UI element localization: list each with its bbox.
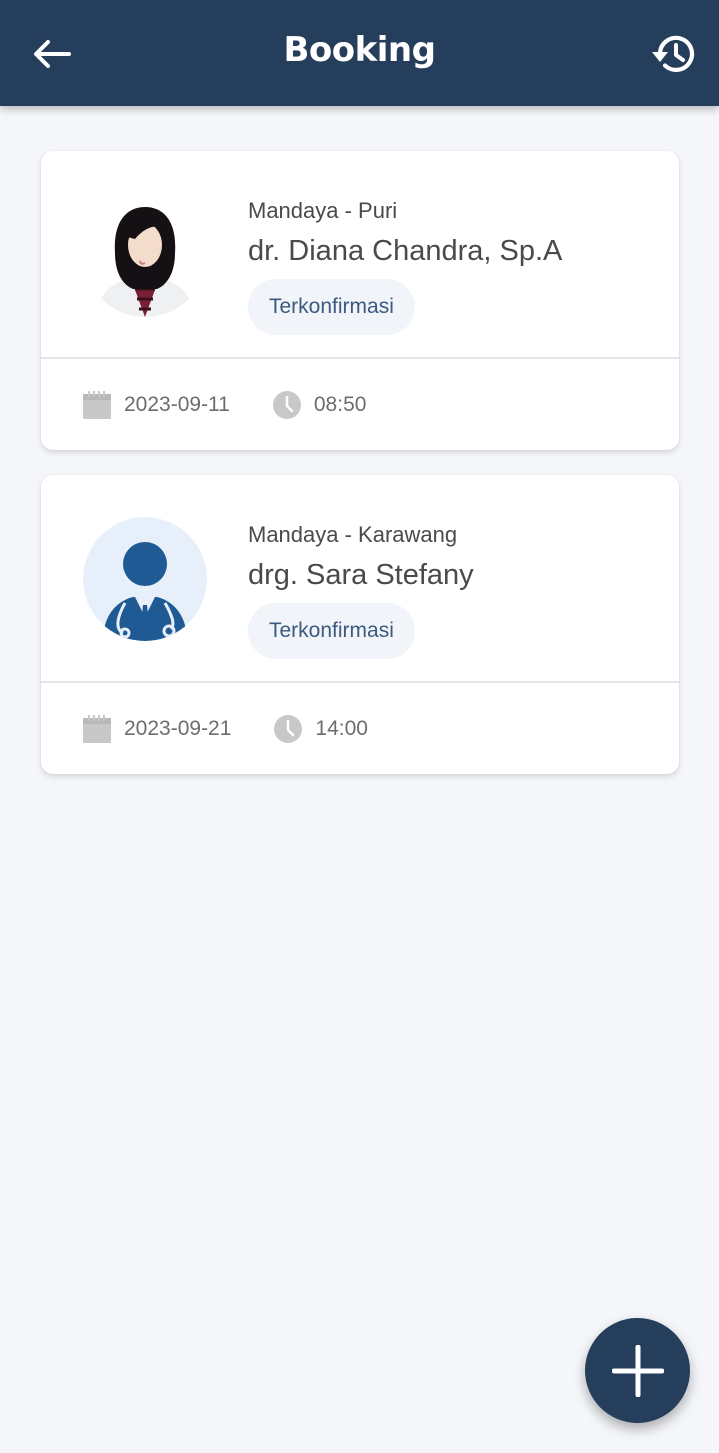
booking-date: 2023-09-11: [82, 390, 230, 420]
clock-icon: [274, 714, 303, 743]
calendar-icon: [83, 390, 111, 419]
doctor-photo: [83, 193, 207, 317]
app-bar: Booking: [0, 0, 719, 106]
doctor-name: dr. Diana Chandra, Sp.A: [248, 235, 563, 267]
page-title: Booking: [283, 30, 436, 70]
hospital-name: Mandaya - Puri: [248, 198, 398, 223]
booking-info: Mandaya - Puri dr. Diana Chandra, Sp.A T…: [248, 197, 659, 335]
plus-icon: [611, 1344, 664, 1397]
status-badge: Terkonfirmasi: [248, 279, 415, 335]
booking-list: Mandaya - Puri dr. Diana Chandra, Sp.A T…: [41, 151, 679, 799]
history-button[interactable]: [645, 26, 701, 82]
time-text: 08:50: [313, 392, 367, 416]
booking-schedule: 2023-09-21 14:00: [41, 683, 679, 774]
calendar-icon: [83, 714, 111, 743]
history-icon: [652, 35, 695, 72]
booking-date: 2023-09-21: [82, 714, 231, 744]
booking-schedule: 2023-09-11 08:50: [41, 359, 679, 450]
doctor-placeholder-icon: [83, 517, 207, 641]
booking-time: 08:50: [272, 390, 367, 420]
date-text: 2023-09-11: [124, 392, 230, 416]
booking-card[interactable]: Mandaya - Karawang drg. Sara Stefany Ter…: [41, 475, 679, 774]
add-booking-button[interactable]: [585, 1318, 690, 1423]
time-text: 14:00: [315, 716, 368, 740]
booking-card-header: Mandaya - Karawang drg. Sara Stefany Ter…: [41, 475, 679, 681]
doctor-name: drg. Sara Stefany: [248, 559, 474, 591]
booking-card[interactable]: Mandaya - Puri dr. Diana Chandra, Sp.A T…: [41, 151, 679, 450]
hospital-name: Mandaya - Karawang: [248, 522, 458, 547]
clock-icon: [272, 390, 301, 419]
date-text: 2023-09-21: [124, 716, 232, 740]
booking-card-header: Mandaya - Puri dr. Diana Chandra, Sp.A T…: [41, 151, 679, 357]
booking-info: Mandaya - Karawang drg. Sara Stefany Ter…: [248, 521, 659, 659]
booking-time: 14:00: [273, 714, 368, 744]
status-badge: Terkonfirmasi: [248, 603, 415, 659]
